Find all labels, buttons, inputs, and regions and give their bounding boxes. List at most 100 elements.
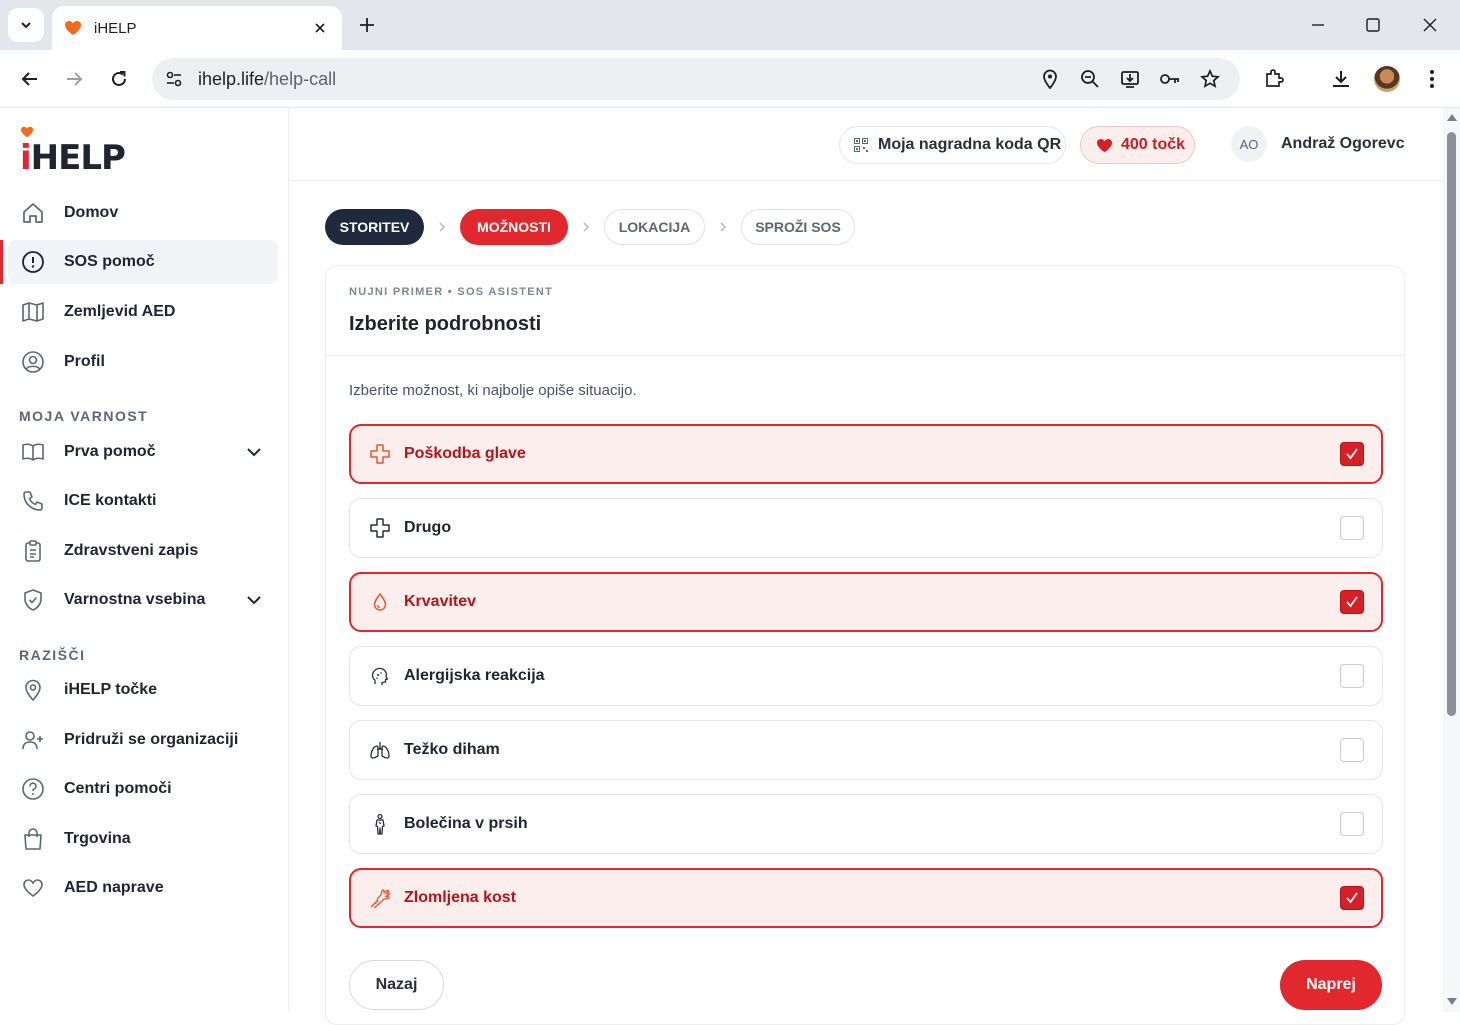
- user-avatar[interactable]: AO: [1231, 126, 1267, 162]
- check-icon: [1346, 596, 1358, 608]
- option-checkbox[interactable]: [1340, 590, 1364, 614]
- section-title-safety: MOJA VARNOST: [19, 408, 149, 424]
- qr-code-icon: [854, 138, 868, 152]
- reload-icon[interactable]: [103, 63, 135, 95]
- shopping-bag-icon: [20, 826, 46, 852]
- site-info-icon[interactable]: [162, 67, 186, 91]
- sidebar-item-zdravstveni[interactable]: Zdravstveni zapis: [8, 529, 278, 573]
- user-plus-icon: [20, 727, 46, 753]
- step-lokacija[interactable]: LOKACIJA: [604, 209, 705, 245]
- sidebar-item-pridruzi[interactable]: Pridruži se organizaciji: [8, 718, 278, 762]
- scroll-down-arrow-icon[interactable]: [1447, 998, 1457, 1005]
- option-drugo[interactable]: Drugo: [349, 498, 1383, 558]
- sidebar-item-aed-naprave[interactable]: AED naprave: [8, 866, 278, 910]
- chevron-down-icon[interactable]: [244, 442, 264, 462]
- user-name[interactable]: Andraž Ogorevc: [1281, 135, 1405, 153]
- next-button[interactable]: Naprej: [1280, 960, 1382, 1010]
- ihelp-logo[interactable]: i HELP: [20, 126, 126, 176]
- back-arrow-icon[interactable]: [14, 63, 46, 95]
- sidebar-item-ihelp-tocke[interactable]: iHELP točke: [8, 668, 278, 712]
- option-poskodba-glave[interactable]: Poškodba glave: [349, 424, 1383, 484]
- allergy-face-icon: [368, 664, 392, 688]
- heart-favicon-icon: [65, 21, 81, 35]
- active-nav-indicator: [0, 240, 3, 284]
- sidebar-item-sos[interactable]: SOS pomoč: [8, 240, 278, 284]
- address-bar[interactable]: ihelp.life/help-call: [152, 58, 1240, 100]
- url-text: ihelp.life/help-call: [198, 68, 337, 89]
- option-checkbox[interactable]: [1340, 442, 1364, 466]
- download-icon[interactable]: [1327, 65, 1355, 93]
- browser-toolbar: ihelp.life/help-call: [0, 50, 1460, 108]
- option-krvavitev[interactable]: Krvavitev: [349, 572, 1383, 632]
- sidebar-item-varnostna[interactable]: Varnostna vsebina: [8, 578, 278, 622]
- option-tezko-diham[interactable]: Težko diham: [349, 720, 1383, 780]
- step-moznosti[interactable]: MOŽNOSTI: [460, 209, 568, 245]
- blood-drop-icon: [368, 590, 392, 614]
- scroll-up-arrow-icon[interactable]: [1447, 114, 1457, 121]
- option-bolecina-v-prsih[interactable]: Bolečina v prsih: [349, 794, 1383, 854]
- sidebar-item-domov[interactable]: Domov: [8, 191, 278, 235]
- option-checkbox[interactable]: [1340, 886, 1364, 910]
- heart-icon: [1097, 138, 1112, 152]
- key-icon[interactable]: [1158, 67, 1182, 91]
- person-chest-icon: [368, 812, 392, 836]
- points-badge[interactable]: 400 točk: [1080, 126, 1195, 164]
- new-tab-icon[interactable]: [352, 10, 382, 40]
- browser-tab-bar: iHELP: [0, 0, 1460, 50]
- sidebar-item-ice[interactable]: ICE kontakti: [8, 479, 278, 523]
- sidebar-item-prva-pomoc[interactable]: Prva pomoč: [8, 430, 278, 474]
- heart-icon: [20, 875, 46, 901]
- extensions-icon[interactable]: [1260, 65, 1288, 93]
- clipboard-icon: [20, 538, 46, 564]
- alert-circle-icon: [20, 249, 46, 275]
- medical-cross-icon: [368, 516, 392, 540]
- browser-tab[interactable]: iHELP: [52, 6, 342, 50]
- option-checkbox[interactable]: [1340, 738, 1364, 762]
- option-alergijska-reakcija[interactable]: Alergijska reakcija: [349, 646, 1383, 706]
- zoom-icon[interactable]: [1078, 67, 1102, 91]
- reward-qr-button[interactable]: Moja nagradna koda QR: [839, 126, 1066, 164]
- option-checkbox[interactable]: [1340, 812, 1364, 836]
- install-app-icon[interactable]: [1118, 67, 1142, 91]
- step-storitev[interactable]: STORITEV: [325, 209, 424, 245]
- section-title-explore: RAZIŠČI: [19, 647, 86, 663]
- card-title: Izberite podrobnosti: [349, 313, 542, 335]
- scroll-thumb[interactable]: [1447, 132, 1456, 716]
- shield-icon: [20, 587, 46, 613]
- medical-cross-icon: [368, 442, 392, 466]
- check-icon: [1346, 892, 1358, 904]
- back-button[interactable]: Nazaj: [349, 960, 444, 1010]
- option-zlomljena-kost[interactable]: Zlomljena kost: [349, 868, 1383, 928]
- home-icon: [20, 200, 46, 226]
- sidebar-item-centri[interactable]: Centri pomoči: [8, 767, 278, 811]
- minimize-icon[interactable]: [1303, 10, 1333, 40]
- sidebar-item-profil[interactable]: Profil: [8, 340, 278, 384]
- broken-arm-icon: [368, 886, 392, 910]
- chevron-right-icon: [578, 219, 594, 235]
- card-instruction: Izberite možnost, ki najbolje opiše situ…: [349, 382, 637, 399]
- step-sprozi-sos[interactable]: SPROŽI SOS: [741, 209, 855, 245]
- help-circle-icon: [20, 776, 46, 802]
- close-tab-icon[interactable]: [310, 18, 330, 38]
- forward-arrow-icon[interactable]: [58, 63, 90, 95]
- options-card: NUJNI PRIMER • SOS ASISTENT Izberite pod…: [325, 265, 1405, 1025]
- option-checkbox[interactable]: [1340, 664, 1364, 688]
- browser-profile-avatar[interactable]: [1374, 66, 1400, 92]
- option-checkbox[interactable]: [1340, 516, 1364, 540]
- book-icon: [20, 439, 46, 465]
- map-pin-icon: [20, 677, 46, 703]
- sidebar-item-trgovina[interactable]: Trgovina: [8, 817, 278, 861]
- tab-search-button[interactable]: [8, 8, 44, 42]
- close-window-icon[interactable]: [1415, 10, 1445, 40]
- sidebar-item-zemljevid[interactable]: Zemljevid AED: [8, 290, 278, 334]
- maximize-icon[interactable]: [1358, 10, 1388, 40]
- bookmark-star-icon[interactable]: [1198, 67, 1222, 91]
- chevron-right-icon: [434, 219, 450, 235]
- browser-menu-icon[interactable]: [1418, 65, 1446, 93]
- location-icon[interactable]: [1038, 67, 1062, 91]
- chevron-down-icon[interactable]: [244, 590, 264, 610]
- check-icon: [1346, 448, 1358, 460]
- main-content: Moja nagradna koda QR 400 točk AO Andraž…: [290, 108, 1443, 1025]
- top-header: Moja nagradna koda QR 400 točk AO Andraž…: [290, 108, 1443, 181]
- page-scrollbar[interactable]: [1443, 108, 1460, 1012]
